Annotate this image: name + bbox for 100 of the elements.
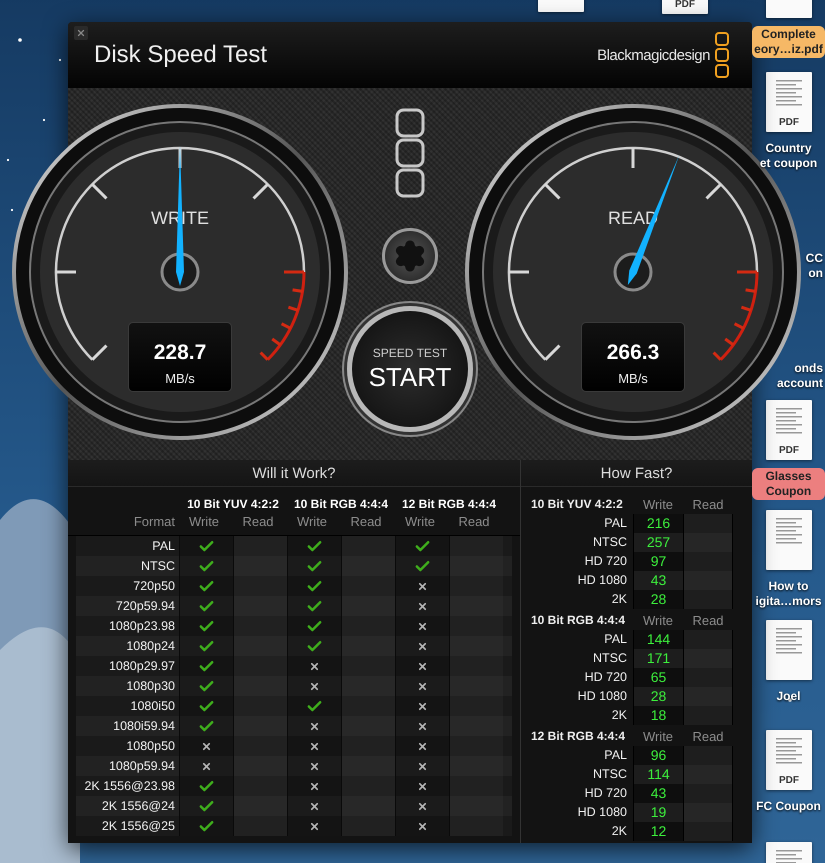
format-label: 2K 1556@25 xyxy=(100,818,176,835)
file-name-label[interactable]: Country et coupon xyxy=(752,140,825,172)
format-label: 720p59.94 xyxy=(114,598,176,615)
file-type-label: PDF xyxy=(779,775,799,788)
speed-value: 114 xyxy=(633,765,683,784)
speed-value: 144 xyxy=(633,630,683,649)
column-header: Write xyxy=(642,612,674,630)
window-title: Disk Speed Test xyxy=(94,41,268,69)
document-file-icon[interactable] xyxy=(766,620,812,680)
column-header: Read xyxy=(691,612,725,630)
speed-value: 43 xyxy=(633,784,683,803)
format-label: HD 1080 xyxy=(576,804,628,821)
settings-button[interactable] xyxy=(382,228,438,284)
speed-value: 19 xyxy=(633,803,683,822)
column-header: Write xyxy=(188,513,220,531)
document-lines-icon xyxy=(774,736,804,766)
section-header: 10 Bit YUV 4:2:2 xyxy=(530,496,624,513)
format-label: HD 720 xyxy=(584,669,628,686)
speed-value: 96 xyxy=(633,746,683,765)
pdf-file-icon[interactable]: PDF xyxy=(662,0,708,14)
close-button[interactable] xyxy=(74,26,88,40)
column-header: Read xyxy=(691,728,725,746)
column-header: Write xyxy=(642,496,674,514)
format-label: HD 1080 xyxy=(576,688,628,705)
speed-value: 216 xyxy=(633,514,683,533)
column-group-header: 12 Bit RGB 4:4:4 xyxy=(400,496,498,511)
file-name-label[interactable]: Glasses Coupon xyxy=(752,468,825,500)
speed-value: 18 xyxy=(633,706,683,725)
file-type-label: PDF xyxy=(779,445,799,458)
format-label: NTSC xyxy=(592,650,628,667)
file-name-label[interactable]: CC on xyxy=(806,250,823,282)
column-header: Read xyxy=(349,513,383,531)
panel-title: How Fast? xyxy=(600,464,672,482)
format-label: PAL xyxy=(603,515,628,532)
format-label: 1080p24 xyxy=(125,638,176,655)
document-lines-icon xyxy=(774,516,804,546)
pdf-file-icon[interactable]: PDF xyxy=(766,72,812,132)
column-header: Write xyxy=(642,728,674,746)
format-label: 1080p50 xyxy=(125,738,176,755)
format-label: HD 720 xyxy=(584,785,628,802)
format-label: 1080p59.94 xyxy=(108,758,176,775)
gear-icon xyxy=(393,239,427,273)
format-label: NTSC xyxy=(592,534,628,551)
column-group-header: 10 Bit RGB 4:4:4 xyxy=(292,496,390,511)
column-header: Read xyxy=(241,513,275,531)
format-label: 1080p23.98 xyxy=(108,618,176,635)
panel-title: Will it Work? xyxy=(252,464,336,482)
speed-value: 266.3 xyxy=(606,341,660,365)
format-label: 1080i59.94 xyxy=(112,718,176,735)
format-label: 1080i50 xyxy=(130,698,176,715)
file-name-label[interactable]: onds account xyxy=(776,360,823,392)
format-label: NTSC xyxy=(140,558,176,575)
format-label: 1080p30 xyxy=(125,678,176,695)
format-label: 2K xyxy=(610,823,628,840)
logo-squares-icon xyxy=(714,31,730,79)
speed-value: 228.7 xyxy=(154,341,206,365)
column-header: Format xyxy=(132,513,176,531)
format-label: 2K 1556@24 xyxy=(100,798,176,815)
speed-value: 12 xyxy=(633,822,683,841)
speed-value: 171 xyxy=(633,649,683,668)
file-type-label: PDF xyxy=(675,0,695,12)
format-label: HD 1080 xyxy=(576,572,628,589)
logo-squares-icon xyxy=(395,108,425,198)
unit-label: MB/s xyxy=(618,371,648,386)
section-header: 12 Bit RGB 4:4:4 xyxy=(530,728,626,745)
section-header: 10 Bit RGB 4:4:4 xyxy=(530,612,626,629)
format-label: 1080p29.97 xyxy=(108,658,176,675)
unit-label: MB/s xyxy=(165,371,195,386)
format-label: 720p50 xyxy=(132,578,176,595)
file-name-label[interactable]: Joel xyxy=(752,688,825,705)
document-lines-icon xyxy=(774,406,804,436)
format-label: NTSC xyxy=(592,766,628,783)
column-header: Write xyxy=(296,513,328,531)
format-label: HD 720 xyxy=(584,553,628,570)
format-label: 2K xyxy=(610,707,628,724)
pdf-file-icon[interactable]: PDF xyxy=(766,400,812,460)
file-type-label: PDF xyxy=(779,117,799,130)
format-label: PAL xyxy=(603,631,628,648)
column-header: Read xyxy=(691,496,725,514)
format-label: PAL xyxy=(151,538,176,555)
column-header: Read xyxy=(457,513,491,531)
close-icon xyxy=(76,28,86,38)
brand-name: Blackmagicdesign xyxy=(597,46,710,64)
file-name-label[interactable]: How to igita…mors xyxy=(752,578,825,610)
file-name-label[interactable]: FC Coupon xyxy=(752,798,825,815)
document-file-icon[interactable] xyxy=(766,510,812,570)
speed-value: 97 xyxy=(633,552,683,571)
column-group-header: 10 Bit YUV 4:2:2 xyxy=(186,496,280,511)
document-lines-icon xyxy=(774,626,804,656)
column-header: Write xyxy=(404,513,436,531)
speed-value: 28 xyxy=(633,590,683,609)
speed-value: 65 xyxy=(633,668,683,687)
format-label: PAL xyxy=(603,747,628,764)
format-label: 2K 1556@23.98 xyxy=(83,778,176,795)
speed-value: 257 xyxy=(633,533,683,552)
file-name-label[interactable]: Complete eory…iz.pdf xyxy=(752,26,825,58)
speed-value: 28 xyxy=(633,687,683,706)
format-label: 2K xyxy=(610,591,628,608)
pdf-file-icon[interactable]: PDF xyxy=(766,730,812,790)
document-lines-icon xyxy=(774,78,804,108)
